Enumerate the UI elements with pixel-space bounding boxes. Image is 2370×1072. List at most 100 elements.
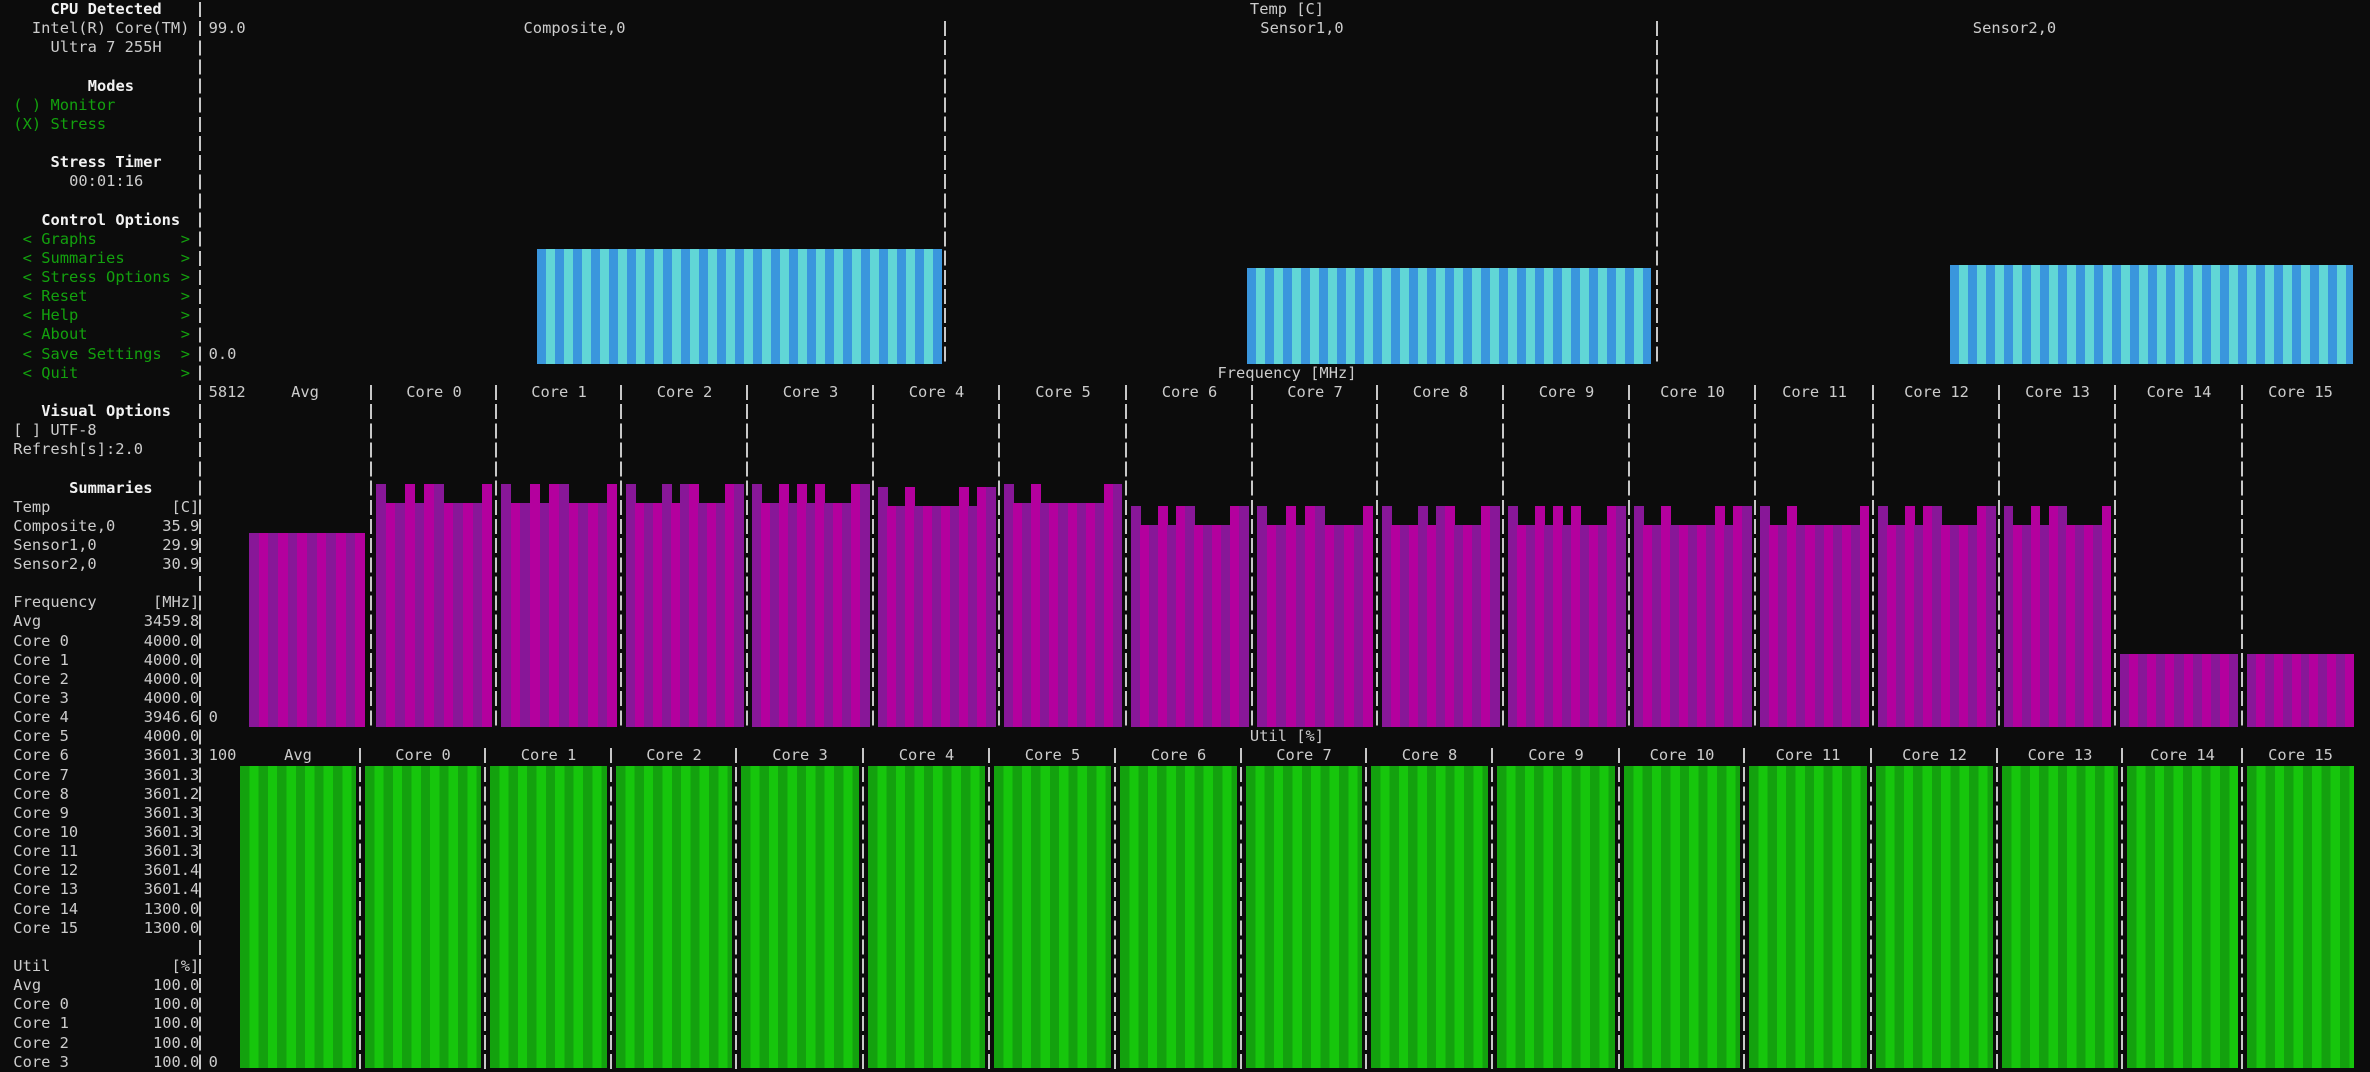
frequency-bar-column xyxy=(1490,506,1500,727)
frequency-bar-column xyxy=(578,503,589,727)
menu-right-bracket[interactable]: > xyxy=(181,364,190,383)
menu-left-bracket[interactable]: < xyxy=(23,268,32,287)
menu-item-stress-options[interactable]: Stress Options xyxy=(41,268,171,287)
util-divider xyxy=(2121,748,2123,1072)
menu-left-bracket[interactable]: < xyxy=(23,249,32,268)
util-divider xyxy=(1365,748,1367,1072)
menu-left-bracket[interactable]: < xyxy=(23,306,32,325)
temp-bar xyxy=(537,249,942,364)
frequency-bar-column xyxy=(860,484,870,727)
menu-item-save-settings[interactable]: Save Settings xyxy=(41,345,161,364)
menu-left-bracket[interactable]: < xyxy=(23,230,32,249)
summary-row-value: 3601.3 xyxy=(143,842,200,861)
util-divider xyxy=(1114,748,1116,1072)
utf8-checkbox[interactable]: [ ] UTF-8 xyxy=(13,421,96,440)
menu-item-help[interactable]: Help xyxy=(41,306,78,325)
frequency-label: Core 15 xyxy=(2268,382,2333,401)
frequency-divider xyxy=(1998,384,2000,728)
util-ymax-label: 100 xyxy=(208,746,237,765)
summary-row-value: 4000.0 xyxy=(143,727,200,746)
frequency-bar-column xyxy=(559,484,570,727)
menu-item-graphs[interactable]: Graphs xyxy=(41,230,97,249)
util-bar xyxy=(240,766,356,1068)
menu-right-bracket[interactable]: > xyxy=(181,325,190,344)
menu-right-bracket[interactable]: > xyxy=(181,230,190,249)
summary-row-value: 100.0 xyxy=(152,995,200,1014)
frequency-bar-column xyxy=(258,533,269,727)
frequency-bar-column xyxy=(568,503,579,727)
frequency-bar-column xyxy=(1239,506,1249,727)
summary-row-value: 3601.3 xyxy=(143,765,200,784)
menu-item-about[interactable]: About xyxy=(41,325,87,344)
menu-item-quit[interactable]: Quit xyxy=(41,364,78,383)
frequency-bar-column xyxy=(549,484,560,727)
menu-left-bracket[interactable]: < xyxy=(23,345,32,364)
util-divider xyxy=(1491,748,1493,1072)
summary-row-value: 100.0 xyxy=(152,1052,200,1071)
util-bar xyxy=(1624,766,1740,1068)
frequency-bar-column xyxy=(1295,525,1306,727)
frequency-bar-column xyxy=(1616,506,1626,727)
frequency-bar-column xyxy=(520,503,531,727)
cpu-name-line1: Intel(R) Core(TM) xyxy=(31,19,190,38)
util-divider xyxy=(484,748,486,1072)
util-label: Core 8 xyxy=(1401,746,1458,765)
menu-item-summaries[interactable]: Summaries xyxy=(41,249,124,268)
mode-radio-stress[interactable]: (X) xyxy=(13,115,41,134)
frequency-label: Core 10 xyxy=(1660,382,1725,401)
frequency-bar-column xyxy=(1353,525,1364,727)
temp-label: Sensor2,0 xyxy=(1972,19,2057,38)
util-bar xyxy=(1497,766,1615,1068)
frequency-bar-column xyxy=(453,503,464,727)
frequency-bar-column xyxy=(607,484,618,727)
temp-label: Sensor1,0 xyxy=(1260,19,1344,38)
summary-row-value: 30.9 xyxy=(162,555,200,574)
menu-item-reset[interactable]: Reset xyxy=(41,287,87,306)
summary-row-value: 4000.0 xyxy=(143,631,200,650)
util-ymin-label: 0 xyxy=(208,1052,218,1071)
util-divider xyxy=(2241,748,2243,1072)
summary-row-value: 1300.0 xyxy=(143,899,200,918)
stress-timer-value: 00:01:16 xyxy=(69,172,144,191)
frequency-bar-column xyxy=(268,533,279,727)
mode-label-stress[interactable]: Stress xyxy=(51,115,107,134)
frequency-bar-column xyxy=(1276,525,1287,727)
util-label: Core 15 xyxy=(2268,746,2333,765)
mode-radio-monitor[interactable]: ( ) xyxy=(13,96,41,115)
temp-divider xyxy=(1656,21,1658,364)
menu-left-bracket[interactable]: < xyxy=(23,364,32,383)
util-label: Core 11 xyxy=(1775,746,1841,765)
frequency-label: Core 4 xyxy=(908,382,965,401)
frequency-bar-column xyxy=(434,484,445,727)
frequency-bar-column xyxy=(1986,506,1996,727)
util-divider xyxy=(359,748,361,1072)
menu-right-bracket[interactable]: > xyxy=(181,249,190,268)
mode-label-monitor[interactable]: Monitor xyxy=(51,96,116,115)
frequency-label: Core 0 xyxy=(406,382,462,401)
frequency-bar-column xyxy=(336,533,347,727)
menu-left-bracket[interactable]: < xyxy=(23,287,32,306)
util-label: Core 3 xyxy=(772,746,828,765)
menu-left-bracket[interactable]: < xyxy=(23,325,32,344)
frequency-bar-column xyxy=(316,533,327,727)
refresh-rate-field[interactable]: Refresh[s]:2.0 xyxy=(13,440,143,459)
summary-row-value: 3601.4 xyxy=(143,880,200,899)
menu-right-bracket[interactable]: > xyxy=(181,268,190,287)
frequency-bar-column xyxy=(395,503,406,727)
frequency-bar-column xyxy=(986,486,996,727)
frequency-divider xyxy=(1376,384,1378,728)
frequency-divider xyxy=(1125,384,1127,728)
util-bar xyxy=(490,766,607,1068)
util-bar xyxy=(994,766,1111,1068)
frequency-bar-column xyxy=(297,533,308,727)
menu-right-bracket[interactable]: > xyxy=(181,306,190,325)
frequency-bar-column xyxy=(249,533,260,727)
frequency-bar-column xyxy=(2345,654,2355,727)
util-bar xyxy=(2002,766,2118,1068)
frequency-bar-column xyxy=(355,533,366,727)
frequency-bar-column xyxy=(1315,506,1326,727)
menu-right-bracket[interactable]: > xyxy=(181,345,190,364)
frequency-bar-column xyxy=(510,503,521,727)
frequency-bar-column xyxy=(2228,654,2239,727)
menu-right-bracket[interactable]: > xyxy=(181,287,190,306)
